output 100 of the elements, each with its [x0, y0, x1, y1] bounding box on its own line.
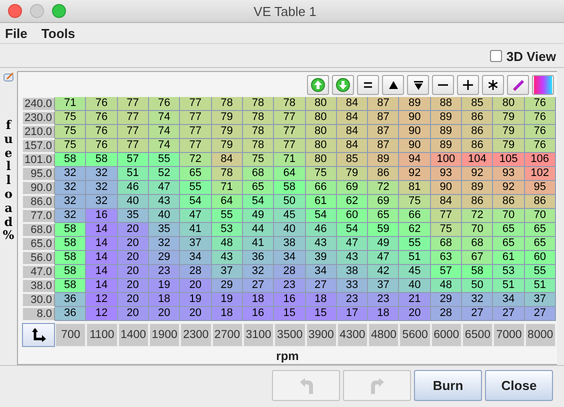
table-cell[interactable]: 18: [368, 307, 400, 321]
table-cell[interactable]: 79: [212, 139, 243, 153]
action-button[interactable]: Burn: [414, 370, 482, 401]
table-cell[interactable]: 105: [493, 153, 525, 167]
table-cell[interactable]: 76: [524, 97, 556, 111]
table-cell[interactable]: 86: [462, 111, 494, 125]
table-cell[interactable]: 34: [493, 293, 525, 307]
table-cell[interactable]: 36: [55, 307, 86, 321]
table-cell[interactable]: 79: [212, 111, 243, 125]
table-cell[interactable]: 16: [274, 293, 306, 307]
table-cell[interactable]: 81: [399, 181, 431, 195]
table-cell[interactable]: 55: [399, 237, 431, 251]
table-cell[interactable]: 86: [493, 195, 525, 209]
table-cell[interactable]: 20: [118, 223, 149, 237]
table-cell[interactable]: 80: [306, 97, 337, 111]
table-cell[interactable]: 92: [462, 167, 494, 181]
table-cell[interactable]: 57: [430, 265, 462, 279]
table-cell[interactable]: 86: [524, 195, 556, 209]
table-cell[interactable]: 70: [462, 223, 494, 237]
table-cell[interactable]: 23: [148, 265, 180, 279]
table-cell[interactable]: 77: [118, 125, 149, 139]
table-cell[interactable]: 76: [524, 125, 556, 139]
table-cell[interactable]: 43: [336, 251, 368, 265]
table-cell[interactable]: 59: [368, 223, 400, 237]
table-cell[interactable]: 40: [399, 279, 431, 293]
table-cell[interactable]: 19: [212, 293, 243, 307]
table-cell[interactable]: 74: [148, 111, 180, 125]
table-cell[interactable]: 90: [399, 111, 431, 125]
table-cell[interactable]: 61: [493, 251, 525, 265]
table-cell[interactable]: 45: [399, 265, 431, 279]
table-cell[interactable]: 75: [55, 125, 86, 139]
table-cell[interactable]: 54: [336, 223, 368, 237]
table-cell[interactable]: 77: [430, 209, 462, 223]
table-cell[interactable]: 65: [242, 181, 274, 195]
table-cell[interactable]: 38: [336, 265, 368, 279]
table-cell[interactable]: 65: [180, 167, 212, 181]
menu-item[interactable]: Tools: [41, 26, 76, 40]
table-cell[interactable]: 76: [86, 111, 118, 125]
table-cell[interactable]: 77: [118, 97, 149, 111]
table-cell[interactable]: 68: [462, 237, 494, 251]
table-cell[interactable]: 80: [306, 139, 337, 153]
table-cell[interactable]: 62: [336, 195, 368, 209]
table-cell[interactable]: 75: [55, 111, 86, 125]
table-cell[interactable]: 64: [274, 167, 306, 181]
table-cell[interactable]: 29: [212, 279, 243, 293]
table-cell[interactable]: 23: [274, 279, 306, 293]
table-cell[interactable]: 55: [524, 265, 556, 279]
table-cell[interactable]: 36: [55, 293, 86, 307]
table-cell[interactable]: 78: [242, 139, 274, 153]
table-cell[interactable]: 43: [212, 251, 243, 265]
table-cell[interactable]: 33: [336, 279, 368, 293]
table-cell[interactable]: 16: [86, 209, 118, 223]
table-cell[interactable]: 55: [148, 153, 180, 167]
table-cell[interactable]: 72: [368, 181, 400, 195]
table-cell[interactable]: 19: [180, 293, 212, 307]
table-cell[interactable]: 19: [148, 279, 180, 293]
table-cell[interactable]: 93: [493, 167, 525, 181]
table-cell[interactable]: 20: [118, 265, 149, 279]
table-cell[interactable]: 84: [336, 97, 368, 111]
table-cell[interactable]: 18: [148, 293, 180, 307]
table-cell[interactable]: 66: [399, 209, 431, 223]
table-cell[interactable]: 85: [462, 97, 494, 111]
table-cell[interactable]: 89: [430, 125, 462, 139]
table-cell[interactable]: 32: [462, 293, 494, 307]
table-cell[interactable]: 87: [368, 139, 400, 153]
table-cell[interactable]: 40: [118, 195, 149, 209]
table-cell[interactable]: 54: [306, 209, 337, 223]
table-cell[interactable]: 23: [368, 293, 400, 307]
table-cell[interactable]: 37: [368, 279, 400, 293]
table-cell[interactable]: 18: [212, 307, 243, 321]
table-cell[interactable]: 71: [212, 181, 243, 195]
table-cell[interactable]: 78: [242, 97, 274, 111]
table-cell[interactable]: 71: [55, 97, 86, 111]
table-cell[interactable]: 49: [368, 237, 400, 251]
table-cell[interactable]: 18: [242, 293, 274, 307]
table-cell[interactable]: 78: [242, 111, 274, 125]
table-cell[interactable]: 14: [86, 279, 118, 293]
table-cell[interactable]: 32: [148, 237, 180, 251]
table-cell[interactable]: 79: [493, 111, 525, 125]
table-cell[interactable]: 58: [86, 153, 118, 167]
table-cell[interactable]: 60: [524, 251, 556, 265]
table-cell[interactable]: 49: [242, 209, 274, 223]
table-cell[interactable]: 74: [148, 125, 180, 139]
table-cell[interactable]: 60: [336, 209, 368, 223]
table-cell[interactable]: 32: [55, 167, 86, 181]
table-cell[interactable]: 79: [493, 125, 525, 139]
table-cell[interactable]: 46: [118, 181, 149, 195]
table-cell[interactable]: 51: [399, 251, 431, 265]
table-cell[interactable]: 76: [86, 125, 118, 139]
table-cell[interactable]: 50: [462, 279, 494, 293]
table-cell[interactable]: 80: [306, 111, 337, 125]
table-cell[interactable]: 14: [86, 251, 118, 265]
table-cell[interactable]: 32: [242, 265, 274, 279]
table-cell[interactable]: 43: [148, 195, 180, 209]
table-cell[interactable]: 37: [180, 237, 212, 251]
table-cell[interactable]: 85: [336, 153, 368, 167]
table-cell[interactable]: 14: [86, 223, 118, 237]
table-cell[interactable]: 76: [148, 97, 180, 111]
table-cell[interactable]: 46: [306, 223, 337, 237]
table-cell[interactable]: 32: [55, 209, 86, 223]
